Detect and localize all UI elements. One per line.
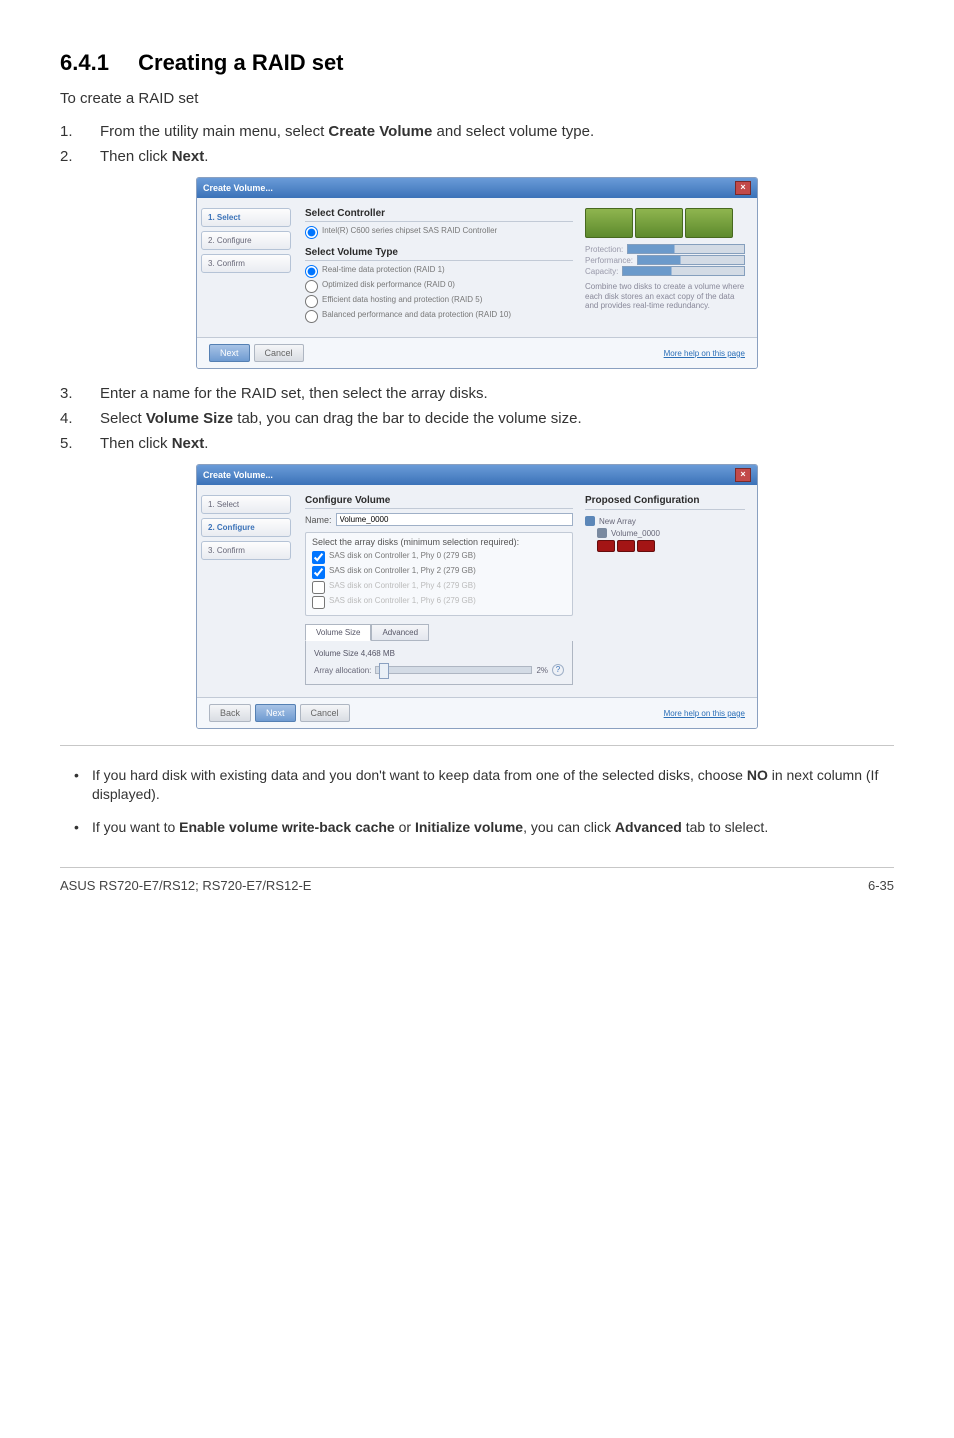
steps-list-b: 3. Enter a name for the RAID set, then s…: [60, 383, 894, 454]
back-button[interactable]: Back: [209, 704, 251, 722]
proposed-disks-icon: [597, 540, 745, 552]
footer-model: ASUS RS720-E7/RS12; RS720-E7/RS12-E: [60, 878, 311, 893]
help-link[interactable]: More help on this page: [664, 709, 745, 718]
step-number: 3.: [60, 383, 100, 404]
help-icon[interactable]: ?: [552, 664, 564, 676]
tab-body-volume-size: Volume Size 4,468 MB Array allocation: 2…: [305, 641, 573, 685]
step-text: From the utility main menu, select Creat…: [100, 121, 594, 142]
step-number: 4.: [60, 408, 100, 429]
volume-type-option[interactable]: Balanced performance and data protection…: [305, 310, 573, 323]
note-item: • If you want to Enable volume write-bac…: [74, 818, 894, 837]
step-item: 3. Enter a name for the RAID set, then s…: [60, 383, 894, 404]
disk-selection-box: Select the array disks (minimum selectio…: [305, 532, 573, 616]
note-text: If you hard disk with existing data and …: [92, 766, 894, 804]
disk-preview-icon: [585, 208, 745, 238]
vt-radio[interactable]: [305, 280, 318, 293]
proposed-config-heading: Proposed Configuration: [585, 495, 745, 510]
dialog-title: Create Volume...: [203, 183, 273, 193]
disk-option[interactable]: SAS disk on Controller 1, Phy 0 (279 GB): [312, 551, 566, 564]
dialog-create-volume-select: Create Volume... × 1. Select 2. Configur…: [196, 177, 758, 369]
footer-page-number: 6-35: [868, 878, 894, 893]
wizard-step-select[interactable]: 1. Select: [201, 208, 291, 227]
alloc-value: 2%: [536, 666, 548, 675]
performance-row: Performance:: [585, 255, 745, 265]
close-icon[interactable]: ×: [735, 181, 751, 195]
dialog-create-volume-configure: Create Volume... × 1. Select 2. Configur…: [196, 464, 758, 729]
volume-chip: Volume_0000: [597, 528, 745, 538]
step-number: 5.: [60, 433, 100, 454]
disk-selection-prompt: Select the array disks (minimum selectio…: [312, 537, 566, 547]
volume-type-option[interactable]: Optimized disk performance (RAID 0): [305, 280, 573, 293]
tab-volume-size[interactable]: Volume Size: [305, 624, 371, 641]
protection-row: Protection:: [585, 244, 745, 254]
section-title-text: Creating a RAID set: [138, 50, 343, 75]
step-number: 1.: [60, 121, 100, 142]
select-controller-heading: Select Controller: [305, 208, 573, 222]
step-item: 2. Then click Next.: [60, 146, 894, 167]
vt-radio[interactable]: [305, 295, 318, 308]
volume-type-option[interactable]: Real-time data protection (RAID 1): [305, 265, 573, 278]
note-text: If you want to Enable volume write-back …: [92, 818, 768, 837]
volume-type-hint: Combine two disks to create a volume whe…: [585, 282, 745, 311]
wizard-nav: 1. Select 2. Configure 3. Confirm: [197, 198, 295, 337]
disk-checkbox[interactable]: [312, 596, 325, 609]
disk-option[interactable]: SAS disk on Controller 1, Phy 4 (279 GB): [312, 581, 566, 594]
vt-radio[interactable]: [305, 310, 318, 323]
configure-volume-heading: Configure Volume: [305, 495, 573, 509]
disk-checkbox[interactable]: [312, 566, 325, 579]
vt-radio[interactable]: [305, 265, 318, 278]
step-item: 4. Select Volume Size tab, you can drag …: [60, 408, 894, 429]
wizard-step-confirm[interactable]: 3. Confirm: [201, 254, 291, 273]
wizard-step-configure[interactable]: 2. Configure: [201, 518, 291, 537]
slider-handle-icon[interactable]: [379, 663, 389, 679]
step-text: Enter a name for the RAID set, then sele…: [100, 383, 488, 404]
disk-option[interactable]: SAS disk on Controller 1, Phy 6 (279 GB): [312, 596, 566, 609]
note-item: • If you hard disk with existing data an…: [74, 766, 894, 804]
tab-advanced[interactable]: Advanced: [371, 624, 429, 641]
wizard-step-select[interactable]: 1. Select: [201, 495, 291, 514]
step-text: Then click Next.: [100, 146, 208, 167]
step-text: Then click Next.: [100, 433, 208, 454]
step-item: 1. From the utility main menu, select Cr…: [60, 121, 894, 142]
volume-icon: [597, 528, 607, 538]
name-label: Name:: [305, 515, 332, 525]
alloc-label: Array allocation:: [314, 666, 371, 675]
help-link[interactable]: More help on this page: [664, 349, 745, 358]
controller-option[interactable]: Intel(R) C600 series chipset SAS RAID Co…: [305, 226, 573, 239]
note-list: • If you hard disk with existing data an…: [74, 766, 894, 851]
section-number: 6.4.1: [60, 50, 132, 76]
dialog-titlebar: Create Volume... ×: [197, 465, 757, 485]
disk-checkbox[interactable]: [312, 581, 325, 594]
controller-radio[interactable]: [305, 226, 318, 239]
step-text: Select Volume Size tab, you can drag the…: [100, 408, 582, 429]
new-array-label: New Array: [585, 516, 745, 526]
cancel-button[interactable]: Cancel: [254, 344, 304, 362]
close-icon[interactable]: ×: [735, 468, 751, 482]
dialog-titlebar: Create Volume... ×: [197, 178, 757, 198]
select-volume-type-heading: Select Volume Type: [305, 247, 573, 261]
page-footer: ASUS RS720-E7/RS12; RS720-E7/RS12-E 6-35: [60, 867, 894, 893]
dialog-title: Create Volume...: [203, 470, 273, 480]
volume-size-label: Volume Size 4,468 MB: [314, 649, 564, 658]
cancel-button[interactable]: Cancel: [300, 704, 350, 722]
wizard-step-configure[interactable]: 2. Configure: [201, 231, 291, 250]
wizard-step-confirm[interactable]: 3. Confirm: [201, 541, 291, 560]
disk-option[interactable]: SAS disk on Controller 1, Phy 2 (279 GB): [312, 566, 566, 579]
capacity-row: Capacity:: [585, 266, 745, 276]
volume-type-option[interactable]: Efficient data hosting and protection (R…: [305, 295, 573, 308]
next-button[interactable]: Next: [255, 704, 296, 722]
controller-label: Intel(R) C600 series chipset SAS RAID Co…: [322, 226, 497, 235]
disk-checkbox[interactable]: [312, 551, 325, 564]
array-icon: [585, 516, 595, 526]
separator: [60, 745, 894, 746]
intro-text: To create a RAID set: [60, 90, 894, 107]
step-item: 5. Then click Next.: [60, 433, 894, 454]
next-button[interactable]: Next: [209, 344, 250, 362]
wizard-nav: 1. Select 2. Configure 3. Confirm: [197, 485, 295, 697]
array-allocation-slider[interactable]: Array allocation: 2% ?: [314, 664, 564, 676]
volume-name-input[interactable]: [336, 513, 573, 526]
steps-list-a: 1. From the utility main menu, select Cr…: [60, 121, 894, 167]
section-heading: 6.4.1 Creating a RAID set: [60, 50, 894, 76]
step-number: 2.: [60, 146, 100, 167]
